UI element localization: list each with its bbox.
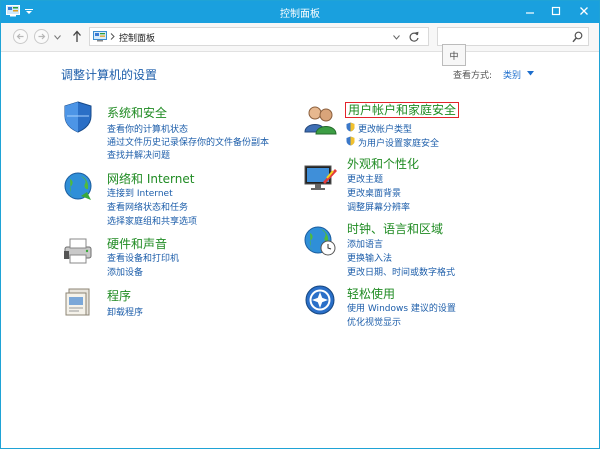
back-button[interactable] <box>13 29 28 44</box>
hardware-sound-printer-icon[interactable] <box>61 233 95 267</box>
content-area: 中 调整计算机的设置 查看方式: 类别 系统和安全 查看你的计算机状态 通过文件… <box>1 44 599 448</box>
minimize-button[interactable] <box>517 1 543 21</box>
up-arrow-icon[interactable] <box>72 30 82 43</box>
page-title: 调整计算机的设置 <box>61 68 158 82</box>
link-homegroup-sharing[interactable]: 选择家庭组和共享选项 <box>107 214 197 227</box>
search-icon[interactable] <box>572 31 583 43</box>
category-programs[interactable]: 程序 <box>107 287 131 304</box>
breadcrumb-chevron-icon[interactable] <box>110 33 115 40</box>
link-date-time-number-format[interactable]: 更改日期、时间或数字格式 <box>347 265 455 278</box>
link-view-computer-status[interactable]: 查看你的计算机状态 <box>107 122 188 135</box>
ime-indicator[interactable]: 中 <box>442 44 466 66</box>
close-button[interactable] <box>569 1 599 21</box>
category-system-security[interactable]: 系统和安全 <box>107 104 167 121</box>
ease-of-access-icon[interactable] <box>303 283 337 317</box>
link-change-theme[interactable]: 更改主题 <box>347 172 383 185</box>
view-by-label: 查看方式: <box>453 71 493 81</box>
programs-icon[interactable] <box>61 285 95 319</box>
link-windows-recommended-settings[interactable]: 使用 Windows 建议的设置 <box>347 301 456 314</box>
breadcrumb-control-panel[interactable]: 控制面板 <box>119 31 155 44</box>
category-clock-language-region[interactable]: 时钟、语言和区域 <box>347 220 443 237</box>
appearance-personalization-icon[interactable] <box>303 161 337 195</box>
link-add-device[interactable]: 添加设备 <box>107 265 143 278</box>
category-hardware-sound[interactable]: 硬件和声音 <box>107 235 167 252</box>
recent-locations-chevron-icon[interactable] <box>54 35 61 40</box>
link-uninstall-program[interactable]: 卸载程序 <box>107 305 143 318</box>
system-security-shield-icon[interactable] <box>61 100 95 134</box>
view-by-dropdown[interactable]: 类别 <box>503 68 521 81</box>
link-devices-printers[interactable]: 查看设备和打印机 <box>107 251 179 264</box>
link-troubleshoot[interactable]: 查找并解决问题 <box>107 148 170 161</box>
link-change-account-type[interactable]: 更改帐户类型 <box>358 122 412 135</box>
category-user-accounts-family-safety[interactable]: 用户帐户和家庭安全 <box>345 102 460 118</box>
navigation-bar: 控制面板 <box>1 23 599 52</box>
address-dropdown-icon[interactable] <box>393 35 400 40</box>
category-appearance-personalization[interactable]: 外观和个性化 <box>347 155 419 172</box>
user-accounts-icon[interactable] <box>303 102 337 136</box>
forward-button[interactable] <box>34 29 49 44</box>
maximize-icon <box>551 6 561 16</box>
network-internet-globe-icon[interactable] <box>61 170 95 204</box>
refresh-icon[interactable] <box>408 31 420 43</box>
link-change-input-method[interactable]: 更换输入法 <box>347 251 392 264</box>
category-ease-of-access[interactable]: 轻松使用 <box>347 285 395 302</box>
control-panel-location-icon <box>93 31 107 42</box>
link-network-status[interactable]: 查看网络状态和任务 <box>107 200 188 213</box>
uac-shield-icon <box>346 136 355 146</box>
view-by-chevron-icon[interactable] <box>527 71 534 76</box>
link-add-language[interactable]: 添加语言 <box>347 237 383 250</box>
forward-arrow-icon <box>38 33 46 40</box>
control-panel-window: 控制面板 控制面板 中 调整计算机的设置 查看方式: 类别 系统和安全 查看你的… <box>0 0 600 449</box>
window-title: 控制面板 <box>280 9 320 20</box>
maximize-button[interactable] <box>543 1 569 21</box>
link-change-desktop-background[interactable]: 更改桌面背景 <box>347 186 401 199</box>
link-file-history-backup[interactable]: 通过文件历史记录保存你的文件备份副本 <box>107 135 269 148</box>
category-network-internet[interactable]: 网络和 Internet <box>107 170 194 187</box>
title-bar: 控制面板 <box>1 1 599 23</box>
link-screen-resolution[interactable]: 调整屏幕分辨率 <box>347 200 410 213</box>
back-arrow-icon <box>16 33 24 40</box>
link-optimize-visual-display[interactable]: 优化视觉显示 <box>347 315 401 328</box>
link-connect-internet[interactable]: 连接到 Internet <box>107 186 173 199</box>
link-family-safety[interactable]: 为用户设置家庭安全 <box>358 136 439 149</box>
address-bar[interactable]: 控制面板 <box>89 27 429 46</box>
close-icon <box>580 7 588 15</box>
uac-shield-icon <box>346 122 355 132</box>
clock-language-region-icon[interactable] <box>303 223 337 257</box>
minimize-icon <box>526 12 534 14</box>
